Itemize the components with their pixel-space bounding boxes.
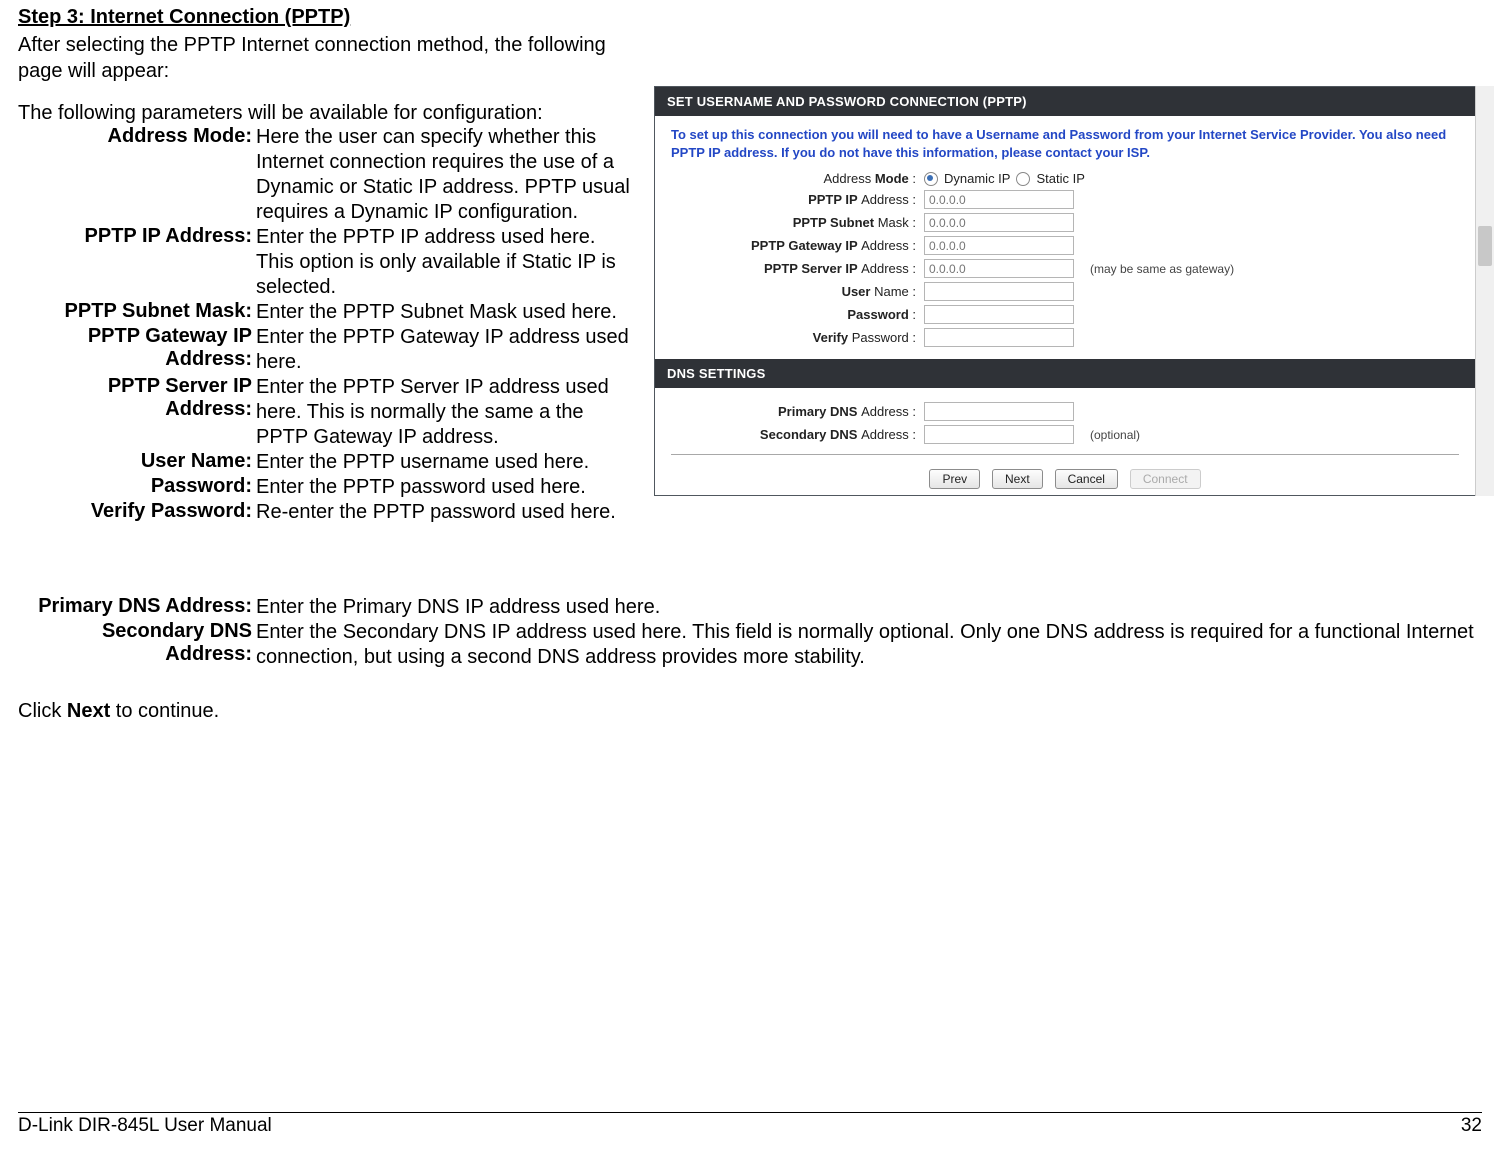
connect-button[interactable]: Connect xyxy=(1130,469,1201,489)
continue-pre: Click xyxy=(18,700,67,722)
label-text: Address xyxy=(824,171,875,186)
param-label: User Name: xyxy=(18,450,256,475)
button-row: Prev Next Cancel Connect xyxy=(671,454,1459,495)
scrollbar[interactable] xyxy=(1475,86,1494,496)
param-desc: Enter the PPTP username used here. xyxy=(256,450,630,475)
param-row: PPTP Gateway IP Address: Enter the PPTP … xyxy=(18,325,630,375)
page-number: 32 xyxy=(1461,1115,1482,1137)
secondary-dns-hint: (optional) xyxy=(1090,428,1140,442)
label-bold: PPTP Subnet xyxy=(793,215,878,230)
param-desc: Enter the PPTP password used here. xyxy=(256,475,630,500)
row-password: Password : xyxy=(671,305,1459,324)
srv-hint: (may be same as gateway) xyxy=(1090,262,1234,276)
param-desc: Enter the PPTP Server IP address used he… xyxy=(256,375,630,450)
row-pptp-ip: PPTP IP Address : xyxy=(671,190,1459,209)
label-bold: Secondary DNS xyxy=(760,427,861,442)
param-desc: Enter the PPTP Gateway IP address used h… xyxy=(256,325,630,375)
param-row: Verify Password: Re-enter the PPTP passw… xyxy=(18,500,630,525)
label-text: Address : xyxy=(861,404,916,419)
param-label: Primary DNS Address: xyxy=(18,595,256,620)
label-text: Name : xyxy=(874,284,916,299)
continue-post: to continue. xyxy=(110,700,219,722)
panel-header-pptp: SET USERNAME AND PASSWORD CONNECTION (PP… xyxy=(655,87,1475,116)
label-bold: Primary DNS xyxy=(778,404,861,419)
param-row: Secondary DNS Address: Enter the Seconda… xyxy=(18,620,1482,670)
step-heading: Step 3: Internet Connection (PPTP) xyxy=(18,6,1482,29)
row-pptp-srv: PPTP Server IP Address : (may be same as… xyxy=(671,259,1459,278)
pptp-srv-input[interactable] xyxy=(924,259,1074,278)
radio-label-dynamic: Dynamic IP xyxy=(944,171,1010,186)
param-row: PPTP Server IP Address: Enter the PPTP S… xyxy=(18,375,630,450)
pptp-ip-input[interactable] xyxy=(924,190,1074,209)
footer-left: D-Link DIR-845L User Manual xyxy=(18,1115,272,1137)
label-text: Address : xyxy=(861,192,916,207)
row-username: User Name : xyxy=(671,282,1459,301)
param-desc: Enter the PPTP IP address used here. Thi… xyxy=(256,225,630,300)
label-bold: PPTP Server IP xyxy=(764,261,861,276)
row-primary-dns: Primary DNS Address : xyxy=(671,402,1459,421)
label-bold: PPTP Gateway IP xyxy=(751,238,861,253)
param-row: Address Mode: Here the user can specify … xyxy=(18,125,630,225)
primary-dns-input[interactable] xyxy=(924,402,1074,421)
params-lead: The following parameters will be availab… xyxy=(18,102,630,125)
row-pptp-gw: PPTP Gateway IP Address : xyxy=(671,236,1459,255)
username-input[interactable] xyxy=(924,282,1074,301)
row-secondary-dns: Secondary DNS Address : (optional) xyxy=(671,425,1459,444)
continue-text: Click Next to continue. xyxy=(18,700,1482,723)
label-text: Address : xyxy=(861,427,916,442)
label-bold: PPTP IP xyxy=(808,192,861,207)
param-label: Password: xyxy=(18,475,256,500)
param-row: User Name: Enter the PPTP username used … xyxy=(18,450,630,475)
param-label: PPTP IP Address: xyxy=(18,225,256,300)
param-label: PPTP Subnet Mask: xyxy=(18,300,256,325)
page-footer: D-Link DIR-845L User Manual 32 xyxy=(18,1112,1482,1137)
row-pptp-mask: PPTP Subnet Mask : xyxy=(671,213,1459,232)
param-label: Verify Password: xyxy=(18,500,256,525)
label-bold: User xyxy=(842,284,875,299)
label-text: Mask : xyxy=(878,215,916,230)
param-row: Password: Enter the PPTP password used h… xyxy=(18,475,630,500)
panel-intro: To set up this connection you will need … xyxy=(671,126,1459,161)
label-bold: Password xyxy=(847,307,908,322)
label-bold: Mode xyxy=(875,171,909,186)
param-label: Secondary DNS Address: xyxy=(18,620,256,670)
radio-label-static: Static IP xyxy=(1036,171,1084,186)
param-row: PPTP IP Address: Enter the PPTP IP addre… xyxy=(18,225,630,300)
label-colon: : xyxy=(909,307,916,322)
radio-static-ip[interactable] xyxy=(1016,172,1030,186)
continue-bold: Next xyxy=(67,700,110,722)
param-desc: Enter the PPTP Subnet Mask used here. xyxy=(256,300,630,325)
password-input[interactable] xyxy=(924,305,1074,324)
secondary-dns-input[interactable] xyxy=(924,425,1074,444)
next-button[interactable]: Next xyxy=(992,469,1043,489)
row-address-mode: Address Mode : Dynamic IP Static IP xyxy=(671,171,1459,186)
row-verify-password: Verify Password : xyxy=(671,328,1459,347)
param-row: Primary DNS Address: Enter the Primary D… xyxy=(18,595,1482,620)
intro-text: After selecting the PPTP Internet connec… xyxy=(18,33,618,84)
param-desc: Re-enter the PPTP password used here. xyxy=(256,500,630,525)
panel-header-dns: DNS SETTINGS xyxy=(655,359,1475,388)
label-colon: : xyxy=(909,171,916,186)
param-row: PPTP Subnet Mask: Enter the PPTP Subnet … xyxy=(18,300,630,325)
pptp-mask-input[interactable] xyxy=(924,213,1074,232)
prev-button[interactable]: Prev xyxy=(929,469,980,489)
param-label: Address Mode: xyxy=(18,125,256,225)
config-screenshot: SET USERNAME AND PASSWORD CONNECTION (PP… xyxy=(654,86,1494,496)
cancel-button[interactable]: Cancel xyxy=(1055,469,1118,489)
pptp-gw-input[interactable] xyxy=(924,236,1074,255)
verify-password-input[interactable] xyxy=(924,328,1074,347)
param-desc: Enter the Secondary DNS IP address used … xyxy=(256,620,1482,670)
param-label: PPTP Server IP Address: xyxy=(18,375,256,450)
label-bold: Verify xyxy=(813,330,852,345)
label-text: Address : xyxy=(861,238,916,253)
label-text: Address : xyxy=(861,261,916,276)
label-text: Password : xyxy=(852,330,916,345)
param-desc: Enter the Primary DNS IP address used he… xyxy=(256,595,1482,620)
param-label: PPTP Gateway IP Address: xyxy=(18,325,256,375)
param-desc: Here the user can specify whether this I… xyxy=(256,125,630,225)
radio-dynamic-ip[interactable] xyxy=(924,172,938,186)
